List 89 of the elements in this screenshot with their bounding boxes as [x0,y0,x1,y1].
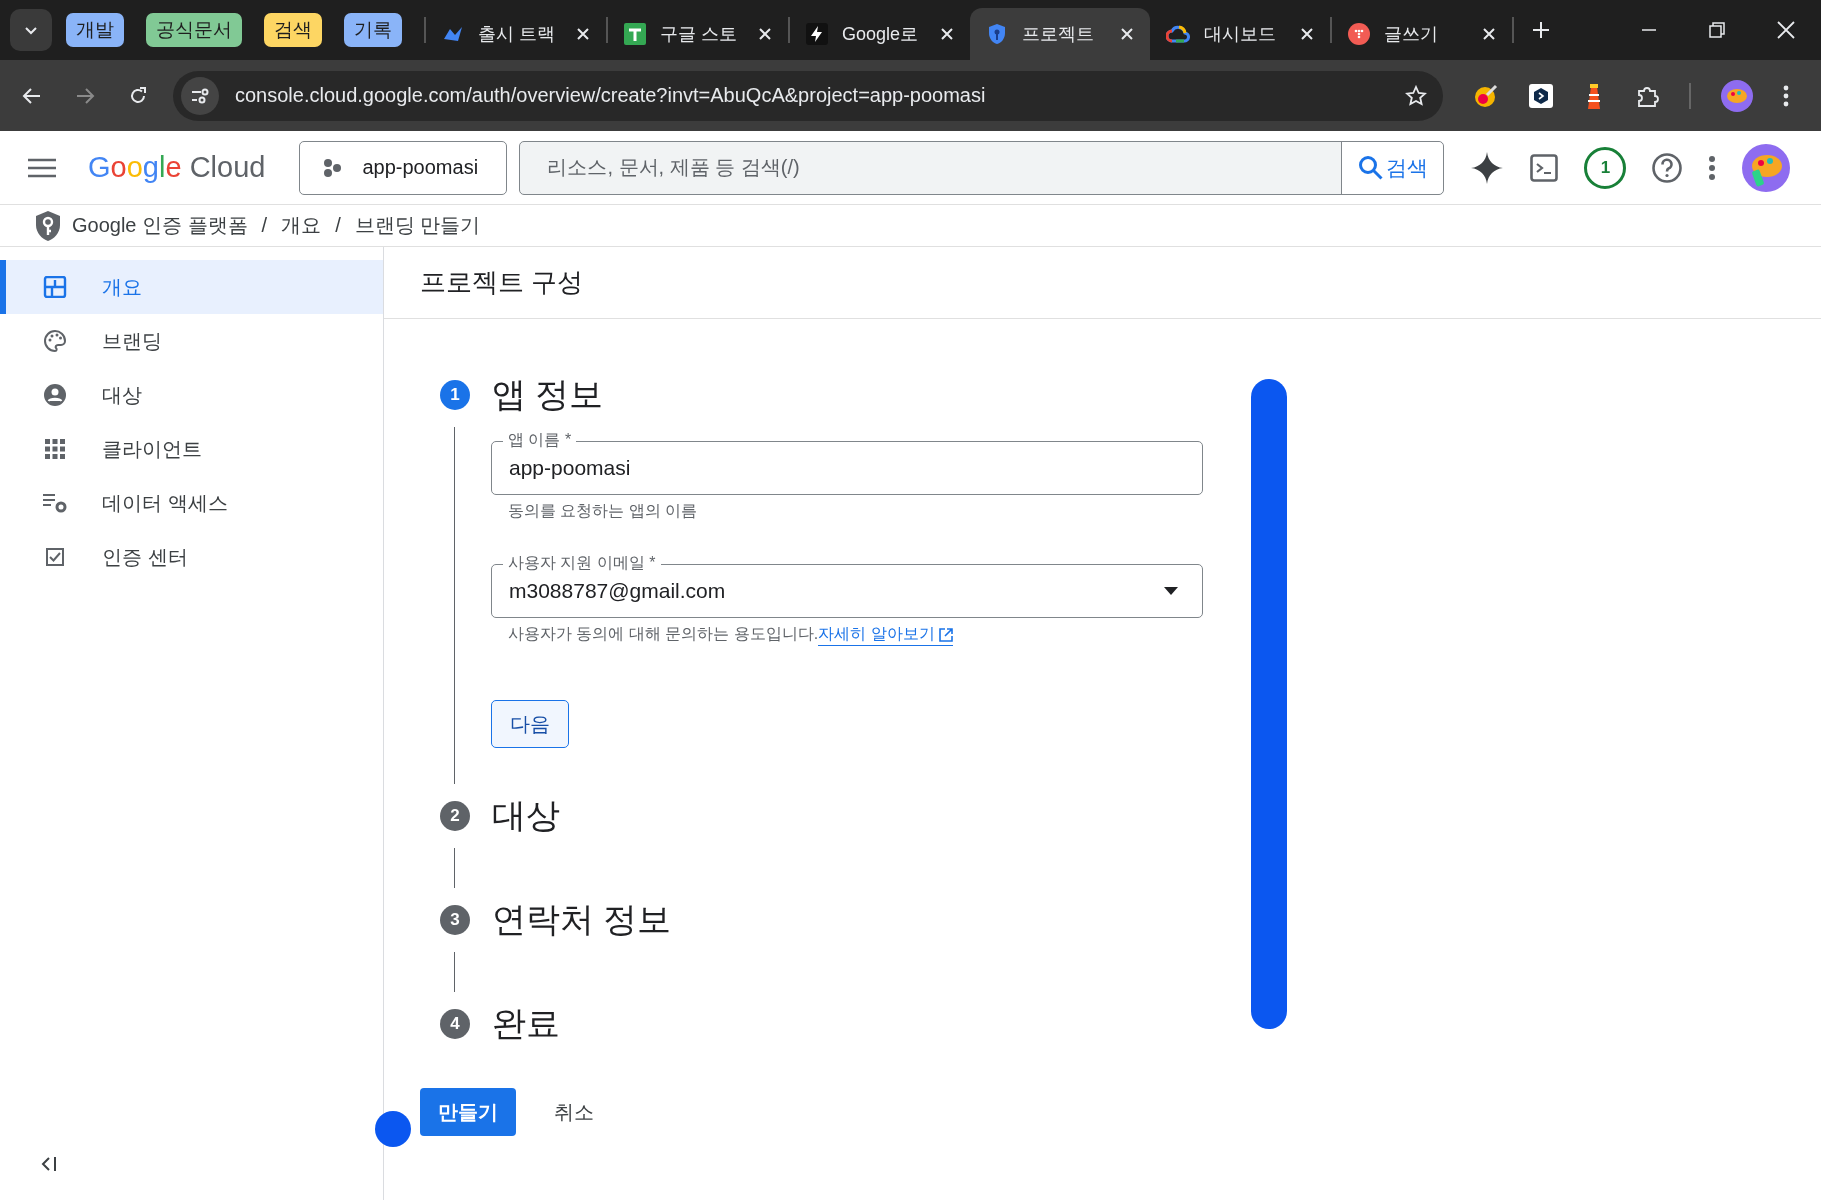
external-link-icon [938,627,953,642]
back-icon[interactable] [22,85,42,106]
breadcrumb-separator: / [335,214,341,237]
logo[interactable]: Google Cloud [88,151,266,184]
bookmark-star-icon[interactable] [1405,84,1427,107]
sidebar-item[interactable]: 데이터 액세스 [0,476,383,530]
address-bar[interactable]: console.cloud.google.com/auth/overview/create?invt=AbuQcA&project=app-poomasi [173,70,1443,121]
tab-title: 대시보드 [1204,23,1277,46]
more-icon[interactable] [1708,154,1717,181]
browser-tab[interactable]: 글쓰기 [1332,8,1512,60]
new-tab-icon[interactable] [1532,21,1550,39]
shield-key-icon [34,209,62,242]
tab-group-chip[interactable]: 검색 [264,13,322,47]
close-icon[interactable] [1120,27,1134,41]
step-title: 연락처 정보 [492,899,672,940]
sidebar-item[interactable]: 인증 센터 [0,530,383,584]
sidebar-item[interactable]: 개요 [0,260,383,314]
dropdown-arrow-icon [1164,587,1178,595]
search-field[interactable]: 리소스, 문서, 제품 등 검색(/) 검색 [519,140,1445,195]
close-icon[interactable] [758,27,772,41]
account-avatar-icon[interactable] [1742,143,1791,192]
tab-title: 구글 스토 [660,23,738,46]
close-icon[interactable] [940,27,954,41]
menu-icon[interactable] [1783,84,1789,107]
palette-icon [42,329,68,353]
forward-icon[interactable] [75,85,95,106]
person-icon [42,383,68,407]
browser-tab[interactable]: 구글 스토 [608,8,788,60]
tab-title: 프로젝트 [1022,23,1095,46]
profile-avatar-icon[interactable] [1721,79,1753,112]
apps-grid-icon [42,439,68,459]
step-number: 3 [440,905,470,935]
step-number: 4 [440,1009,470,1039]
notification-badge[interactable]: 1 [1584,146,1627,189]
breadcrumb-separator: / [261,214,268,237]
url-text: console.cloud.google.com/auth/overview/create?invt=AbuQcA&project=app-poomasi [235,84,987,107]
breadcrumb-link[interactable]: Google 인증 플랫폼 [72,212,248,239]
close-icon[interactable] [1300,27,1314,41]
dashboard-icon [42,276,68,298]
tab-title: Google로 [842,23,920,46]
next-button[interactable]: 다음 [491,700,569,748]
list-settings-icon [42,492,68,514]
page-title: 프로젝트 구성 [384,247,1821,319]
breadcrumb-link[interactable]: 브랜딩 만들기 [354,212,481,239]
tab-group-chip[interactable]: 개발 [66,13,124,47]
shield-icon [986,23,1008,45]
tab-title: 출시 트랙 [478,23,556,46]
paintbrush-icon[interactable] [1473,82,1499,109]
restore-icon[interactable] [1709,22,1725,38]
menu-icon[interactable] [28,157,56,178]
tab-title: 글쓰기 [1384,23,1439,46]
cloud-icon [1166,24,1190,44]
help-icon[interactable] [1652,152,1683,183]
project-picker[interactable]: app-poomasi [299,140,508,195]
step-number: 2 [440,801,470,831]
play-square-icon[interactable] [1529,83,1553,108]
field-label: 앱 이름 * [503,431,577,449]
sidebar-item[interactable]: 브랜딩 [0,314,383,368]
browser-tab[interactable]: 대시보드 [1150,8,1330,60]
field-label: 사용자 지원 이메일 * [503,554,661,572]
cancel-button[interactable]: 취소 [542,1090,606,1134]
helper-text: 동의를 요청하는 앱의 이름 [507,501,699,521]
tab-group-chip[interactable]: 기록 [344,13,402,47]
sidebar-item[interactable]: 대상 [0,368,383,422]
browser-tab[interactable]: Google로 [790,8,970,60]
reload-icon[interactable] [128,85,148,106]
search-icon [1357,154,1384,181]
close-icon[interactable] [1777,21,1795,39]
step-number: 1 [440,380,470,410]
learn-more-link[interactable]: 자세히 알아보기 [818,624,953,646]
close-icon[interactable] [576,27,590,41]
helper-text: 사용자가 동의에 대해 문의하는 용도입니다.자세히 알아보기 [491,618,1203,646]
tab-group-chip[interactable]: 공식문서 [146,13,242,47]
close-icon[interactable] [1482,27,1496,41]
step-title: 대상 [492,795,560,836]
collapse-icon[interactable] [40,1156,58,1172]
sidebar-item[interactable]: 클라이언트 [0,422,383,476]
cursor-dot [375,1111,411,1147]
step-title: 완료 [492,1003,560,1044]
breadcrumb-link[interactable]: 개요 [281,212,322,239]
step-title: 앱 정보 [492,374,604,415]
browser-tab[interactable]: 출시 트랙 [426,8,606,60]
bolt-icon [806,23,828,45]
search-button[interactable]: 검색 [1341,141,1444,194]
terminal-icon[interactable] [1530,153,1559,182]
site-settings-icon[interactable] [181,76,219,115]
create-button[interactable]: 만들기 [420,1088,516,1136]
browser-tab[interactable]: 프로젝트 [970,8,1150,60]
dots-circle-icon [1348,23,1370,45]
